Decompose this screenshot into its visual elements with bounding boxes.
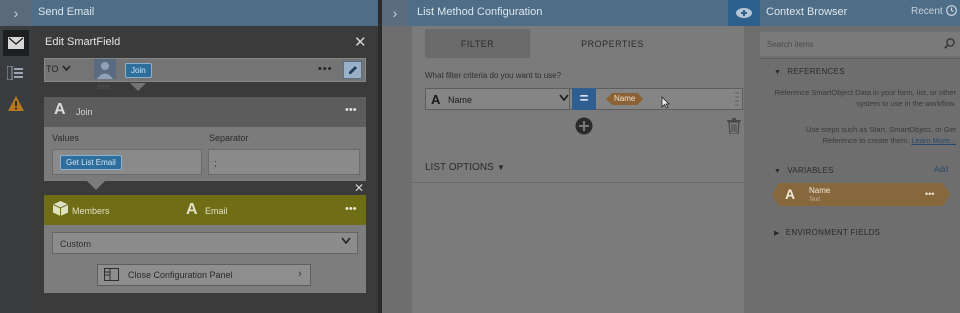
search-placeholder: Search items: [767, 40, 814, 49]
variables-section-toggle[interactable]: ▼ VARIABLES: [774, 166, 834, 175]
margin-strip: [382, 26, 412, 313]
add-filter-icon[interactable]: [575, 117, 593, 135]
values-label: Values: [52, 133, 79, 143]
chevron-right-icon: ›: [298, 268, 302, 280]
close-icon[interactable]: ✕: [354, 33, 367, 51]
tab-properties[interactable]: PROPERTIES: [530, 29, 695, 58]
references-section-toggle[interactable]: ▼ REFERENCES: [774, 67, 845, 76]
close-configuration-panel-label: Close Configuration Panel: [128, 270, 233, 280]
custom-select[interactable]: [52, 232, 358, 254]
variable-type: Text: [809, 197, 821, 203]
field-select[interactable]: [425, 88, 570, 110]
text-type-icon: A: [186, 201, 198, 218]
list-options-toggle[interactable]: LIST OPTIONS: [425, 162, 494, 173]
email-field-label: Email: [205, 206, 228, 216]
variable-name: Name: [809, 186, 831, 195]
clock-icon[interactable]: [946, 5, 957, 16]
custom-select-value: Custom: [60, 239, 92, 249]
list-method-title: List Method Configuration: [417, 6, 543, 18]
separator-value: ;: [214, 158, 217, 168]
edit-smartfield-title: Edit SmartField: [45, 36, 121, 48]
search-icon[interactable]: [944, 38, 955, 49]
field-select-value: Name: [448, 95, 473, 105]
variables-label: VARIABLES: [787, 166, 834, 175]
connector-arrow: [130, 83, 146, 91]
more-options-button[interactable]: •••: [318, 63, 333, 75]
chevron-down-icon[interactable]: [559, 94, 569, 101]
person-icon: [94, 59, 116, 79]
text-type-icon: A: [54, 101, 66, 118]
person-sublabel: Join: [97, 84, 110, 91]
properties-icon[interactable]: [7, 66, 23, 80]
connector-arrow: [87, 181, 105, 190]
send-email-title: Send Email: [38, 6, 95, 18]
context-browser-title: Context Browser: [766, 6, 848, 18]
edit-pencil-button[interactable]: [343, 61, 362, 79]
divider: [760, 58, 960, 59]
mouse-cursor-icon: [661, 96, 670, 109]
variable-more-button[interactable]: •••: [925, 189, 934, 199]
close-icon[interactable]: ✕: [354, 181, 364, 195]
members-more-button[interactable]: •••: [345, 203, 357, 215]
references-label: REFERENCES: [787, 67, 845, 76]
references-description: Reference SmartObject Data in your form,…: [774, 88, 956, 108]
drag-handle-icon[interactable]: [735, 92, 739, 106]
name-value-chip[interactable]: Name: [606, 93, 643, 105]
operator-button[interactable]: =: [572, 88, 596, 110]
warning-icon[interactable]: [8, 96, 24, 111]
mail-icon[interactable]: [3, 30, 29, 56]
add-variable-link[interactable]: Add: [934, 165, 948, 174]
chevron-down-icon[interactable]: [341, 237, 351, 244]
collapse-panel-button[interactable]: ›: [382, 0, 408, 26]
margin-strip: [744, 26, 760, 313]
join-more-button[interactable]: •••: [345, 104, 357, 116]
members-label: Members: [72, 206, 110, 216]
cube-icon: [53, 201, 68, 216]
separator-input[interactable]: [208, 149, 360, 175]
caret-down-icon: ▼: [774, 69, 782, 76]
references-help: Use steps such as Start, SmartObject, or…: [770, 124, 956, 146]
join-token-chip[interactable]: Join: [125, 63, 152, 78]
caret-right-icon: ▶: [774, 230, 780, 237]
caret-down-icon: ▼: [774, 168, 782, 175]
variable-item-name[interactable]: [772, 183, 950, 206]
caret-down-icon[interactable]: ▼: [497, 163, 505, 172]
separator-label: Separator: [209, 133, 249, 143]
add-icon[interactable]: [728, 0, 760, 26]
environment-fields-toggle[interactable]: ▶ ENVIRONMENT FIELDS: [774, 228, 880, 237]
recent-button[interactable]: Recent: [911, 6, 943, 17]
to-label: TO: [46, 64, 59, 74]
expand-panel-button[interactable]: ›: [0, 0, 32, 26]
tab-filter[interactable]: FILTER: [425, 29, 530, 58]
chevron-down-icon[interactable]: [62, 65, 71, 71]
text-type-icon: A: [785, 186, 796, 202]
trash-icon[interactable]: [727, 118, 741, 134]
filter-question: What filter criteria do you want to use?: [425, 71, 562, 80]
divider: [412, 182, 744, 183]
get-list-email-chip[interactable]: Get List Email: [60, 155, 122, 170]
learn-more-link[interactable]: Learn More...: [911, 136, 956, 145]
panel-icon: [104, 268, 119, 281]
environment-fields-label: ENVIRONMENT FIELDS: [785, 228, 881, 237]
text-type-icon: A: [431, 92, 441, 107]
join-function-label: Join: [76, 107, 93, 117]
